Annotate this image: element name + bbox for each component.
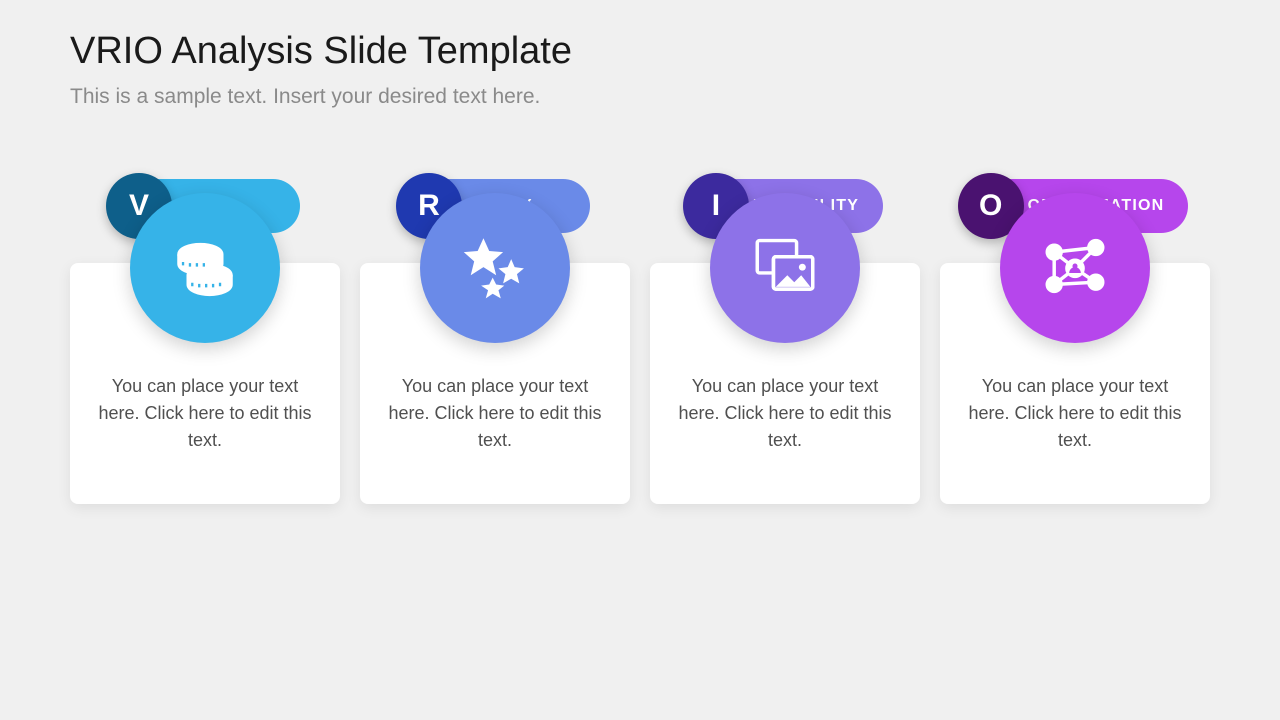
coins-icon [168,229,242,308]
card-imitability: You can place your text here. Click here… [650,263,920,504]
body-value: You can place your text here. Click here… [92,373,318,454]
card-value: You can place your text here. Click here… [70,263,340,504]
pill-letter-rarity: R [418,189,440,223]
icon-circle-imitability [710,193,860,343]
frames-icon [748,229,822,308]
column-imitability: I IMITABILITY You can place your text he… [650,179,920,504]
pill-letter-organization: O [979,189,1002,223]
body-imitability: You can place your text here. Click here… [672,373,898,454]
icon-circle-organization [1000,193,1150,343]
column-rarity: R RARITY You can place your text here. C… [360,179,630,504]
icon-circle-rarity [420,193,570,343]
card-organization: You can place your text here. Click here… [940,263,1210,504]
slide-subtitle: This is a sample text. Insert your desir… [70,85,1210,109]
stars-icon [458,229,532,308]
pill-letter-imitability: I [712,189,720,223]
column-value: V VALUE You can place your text here. C [70,179,340,504]
pill-letter-value: V [129,189,149,223]
body-rarity: You can place your text here. Click here… [382,373,608,454]
slide-title: VRIO Analysis Slide Template [70,30,1210,73]
column-organization: O ORGANIZATION [940,179,1210,504]
icon-circle-value [130,193,280,343]
vrio-columns: V VALUE You can place your text here. C [70,179,1210,504]
body-organization: You can place your text here. Click here… [962,373,1188,454]
card-rarity: You can place your text here. Click here… [360,263,630,504]
network-icon [1038,229,1112,308]
